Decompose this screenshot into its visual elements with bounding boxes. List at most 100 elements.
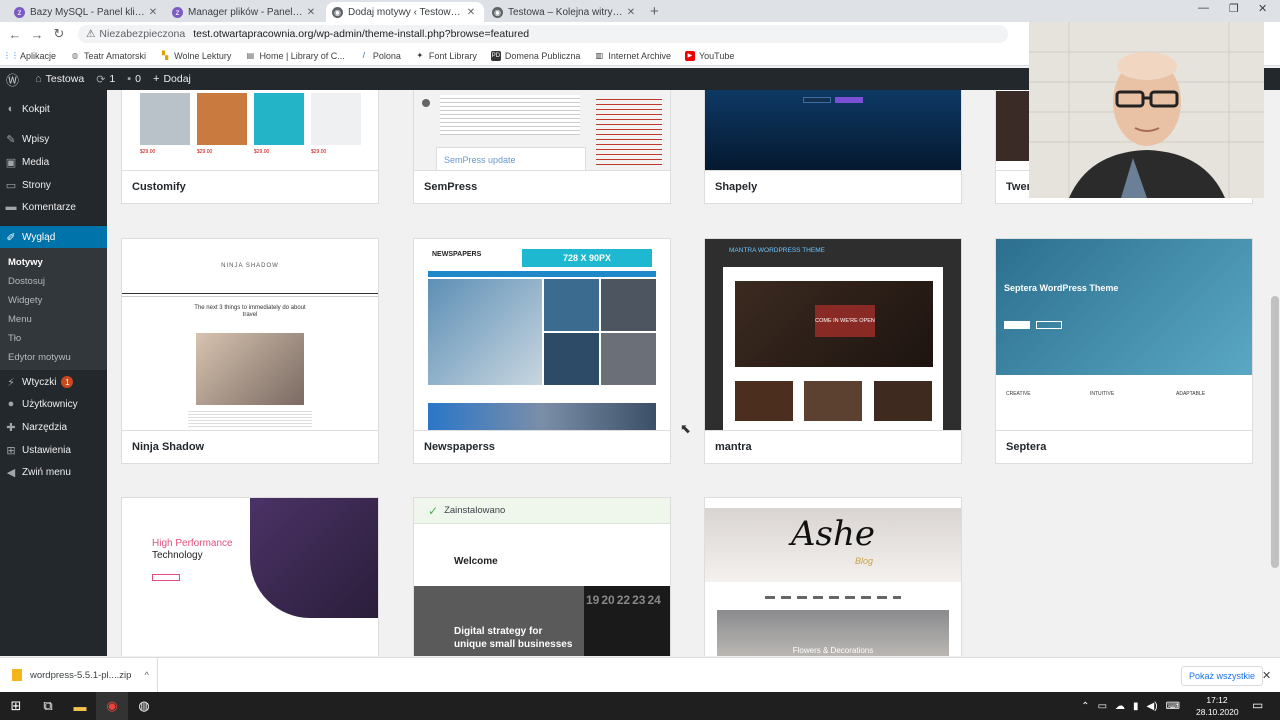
theme-card-customify[interactable]: $29.00 $29.00 $29.00 $29.00 Customify [121, 90, 379, 204]
cloud-icon[interactable]: ☁ [1115, 701, 1125, 712]
dashboard-icon: ◐ [7, 103, 15, 115]
calendar-day: 24 [647, 593, 661, 607]
theme-card-mantra[interactable]: MANTRA WORDPRESS THEME COME IN WE'RE OPE… [704, 238, 962, 464]
back-arrow-icon[interactable]: ← [4, 27, 26, 42]
installed-notice: ✓ Zainstalowano [414, 498, 670, 524]
menu-wyglad[interactable]: ✐ Wygląd [0, 226, 107, 248]
keyboard-icon[interactable]: ⌨ [1166, 701, 1180, 712]
theme-preview-logo: NINJA SHADOW [221, 263, 279, 269]
new-tab-button[interactable]: + [650, 3, 659, 20]
tab-testowa[interactable]: ◉ Testowa – Kolejna witryna oparta ✕ [486, 2, 644, 22]
wordpress-favicon-icon: ◉ [332, 6, 343, 18]
comments-menu[interactable]: ▪ 0 [127, 73, 141, 85]
submenu-dostosuj[interactable]: Dostosuj [0, 272, 107, 290]
bookmark-font-library[interactable]: ✦ Font Library [415, 51, 476, 61]
submenu-motywy[interactable]: Motywy [0, 253, 107, 271]
tab-title: Dodaj motywy ‹ Testowa — Word [348, 6, 464, 18]
bookmark-teatr[interactable]: ◍ Teatr Amatorski [70, 51, 147, 61]
site-name-menu[interactable]: ⌂ Testowa [35, 73, 84, 85]
theme-card-installed[interactable]: Welcome 19 20 22 23 24 Digital strategy … [413, 497, 671, 656]
theme-card-newspaperss[interactable]: NEWSPAPERS 728 X 90PX Newspaperss [413, 238, 671, 464]
clock-time: 17:12 [1206, 695, 1228, 705]
chevron-up-icon[interactable]: ^ [145, 670, 149, 681]
archive-icon: ▥ [595, 51, 604, 60]
windows-start-icon[interactable]: ⊞ [0, 692, 32, 720]
window-close-icon[interactable]: ✕ [1258, 2, 1267, 15]
file-explorer-icon[interactable]: ▬ [64, 692, 96, 720]
theme-preview-logo-sub: Blog [855, 556, 874, 566]
minimize-icon[interactable]: — [1198, 2, 1209, 14]
theme-card-septera[interactable]: Septera WordPress Theme CREATIVE INTUITI… [995, 238, 1253, 464]
tab-favicon-icon: z [172, 6, 183, 18]
theme-card-shapely[interactable]: Shapely [704, 90, 962, 204]
taskbar-clock[interactable]: 17:12 28.10.2020 [1196, 694, 1239, 718]
menu-strony[interactable]: ▭ Strony [0, 174, 107, 196]
submenu-menu[interactable]: Menu [0, 310, 107, 328]
show-all-downloads-button[interactable]: Pokaż wszystkie [1181, 666, 1264, 686]
bookmark-internet-archive[interactable]: ▥ Internet Archive [594, 51, 671, 61]
menu-uzytkownicy[interactable]: ● Użytkownicy [0, 393, 107, 415]
installed-label: Zainstalowano [444, 505, 506, 516]
menu-media[interactable]: ▣ Media [0, 151, 107, 173]
tray-app-icon[interactable]: ▭ [1098, 701, 1107, 712]
bookmark-label: Internet Archive [608, 50, 671, 61]
bookmark-library[interactable]: ▤ Home | Library of C... [245, 51, 345, 61]
wordpress-logo-menu[interactable]: Ⓦ [6, 70, 23, 89]
menu-kokpit[interactable]: ◐ Kokpit [0, 98, 107, 120]
theme-preview-logo: Ashe [790, 514, 876, 554]
tab-manager-plikow[interactable]: z Manager plików - Panel klienta ze ✕ [166, 2, 324, 22]
app-icon[interactable]: ◍ [128, 692, 160, 720]
media-icon: ▣ [5, 156, 17, 169]
tab-close-icon[interactable]: ✕ [304, 7, 318, 18]
tab-close-icon[interactable]: ✕ [624, 7, 638, 18]
url-bar[interactable]: ⚠ Niezabezpieczona test.otwartapracownia… [78, 25, 1008, 43]
submenu-edytor-motywu[interactable]: Edytor motywu [0, 348, 107, 366]
theme-name: Ninja Shadow [122, 430, 378, 463]
bookmark-polona[interactable]: / Polona [359, 51, 401, 61]
chrome-icon[interactable]: ◉ [96, 692, 128, 720]
menu-wtyczki[interactable]: ⚡ Wtyczki 1 [0, 371, 107, 393]
submenu-widgety[interactable]: Widgety [0, 291, 107, 309]
bookmark-domena[interactable]: PD Domena Publiczna [490, 50, 580, 61]
menu-wpisy[interactable]: ✎ Wpisy [0, 128, 107, 150]
updates-menu[interactable]: ⟳ 1 [96, 73, 115, 86]
download-item[interactable]: wordpress-5.5.1-pl....zip ^ [0, 657, 158, 693]
add-new-menu[interactable]: + Dodaj [153, 73, 191, 85]
menu-narzedzia[interactable]: ✚ Narzędzia [0, 416, 107, 438]
tab-bazy-mysql[interactable]: z Bazy MySQL - Panel klienta zenbo ✕ [8, 2, 166, 22]
restore-icon[interactable]: ❐ [1229, 2, 1239, 15]
feature-label: INTUITIVE [1090, 391, 1115, 397]
menu-label: Wtyczki [22, 376, 57, 388]
comment-icon: ▪ [127, 73, 132, 85]
bookmark-aplikacje[interactable]: ⋮⋮ Aplikacje [3, 51, 56, 61]
product-price: $29.00 [311, 149, 327, 155]
theme-card-ashe[interactable]: Ashe Blog Flowers & Decorations [704, 497, 962, 656]
bookmark-youtube[interactable]: ▶ YouTube [684, 50, 734, 61]
theme-card-sempress[interactable]: SemPress update SemPress [413, 90, 671, 204]
menu-zwin[interactable]: ◀ Zwiń menu [0, 461, 107, 483]
notifications-icon[interactable]: ▭ [1252, 698, 1263, 712]
tray-expand-icon[interactable]: ⌃ [1081, 701, 1089, 712]
theme-card-ninja-shadow[interactable]: NINJA SHADOW The next 3 things to immedi… [121, 238, 379, 464]
battery-icon[interactable]: ▮ [1133, 701, 1139, 712]
wordpress-favicon-icon: ◉ [492, 6, 503, 18]
tab-close-icon[interactable]: ✕ [146, 7, 160, 18]
menu-ustawienia[interactable]: ⊞ Ustawienia [0, 439, 107, 461]
reload-icon[interactable]: ↻ [48, 26, 70, 42]
bookmark-wolne-lektury[interactable]: ▚ Wolne Lektury [160, 51, 231, 61]
users-icon: ● [7, 398, 15, 410]
menu-label: Ustawienia [22, 444, 71, 456]
scrollbar-thumb[interactable] [1271, 296, 1279, 568]
tab-dodaj-motywy[interactable]: ◉ Dodaj motywy ‹ Testowa — Word ✕ [326, 2, 484, 22]
submenu-tlo[interactable]: Tło [0, 329, 107, 347]
tab-close-icon[interactable]: ✕ [464, 7, 478, 18]
close-downloads-icon[interactable]: ✕ [1262, 669, 1271, 682]
menu-komentarze[interactable]: ▬ Komentarze [0, 196, 107, 218]
forward-arrow-icon[interactable]: → [26, 27, 48, 42]
speaker-icon[interactable]: ◀) [1147, 701, 1158, 712]
theme-card-high-performance[interactable]: High Performance Technology [121, 497, 379, 656]
task-view-icon[interactable]: ⧉ [32, 692, 64, 720]
menu-label: Kokpit [22, 103, 50, 115]
feature-label: ADAPTABLE [1176, 391, 1206, 397]
url-text[interactable]: test.otwartapracownia.org/wp-admin/theme… [193, 28, 529, 40]
